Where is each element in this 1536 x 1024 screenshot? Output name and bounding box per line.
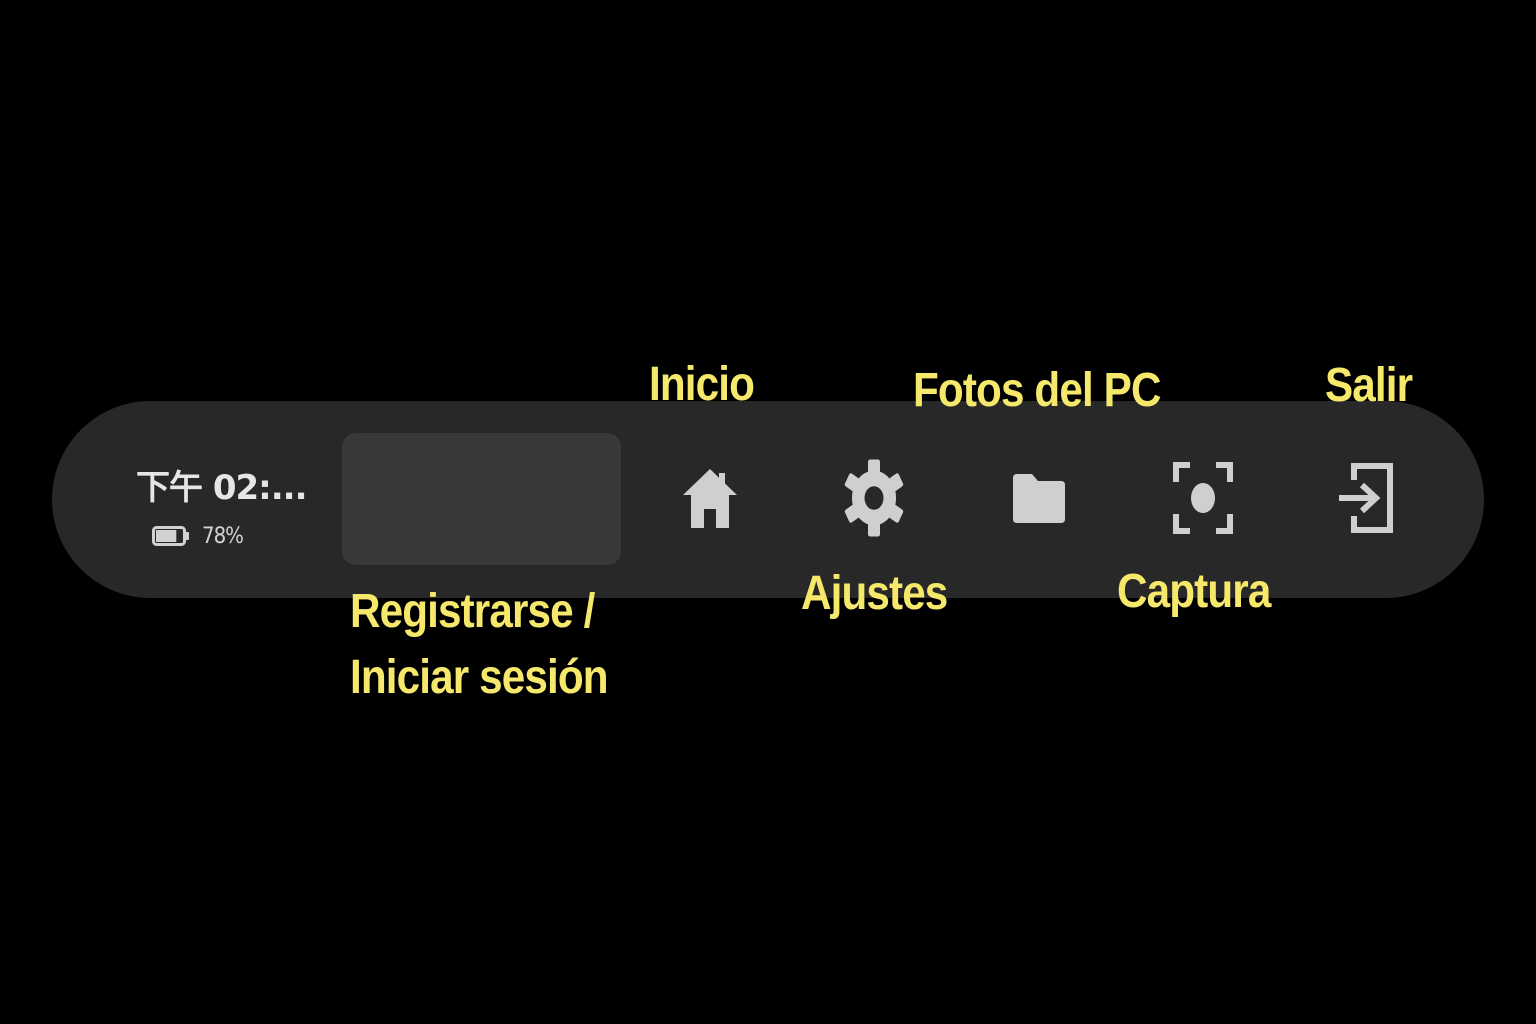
capture-button[interactable]	[1158, 450, 1248, 546]
home-icon	[683, 469, 737, 528]
gear-icon	[844, 459, 904, 537]
label-fotos-del-pc: Fotos del PC	[913, 364, 1161, 417]
label-iniciar-sesion: Iniciar sesión	[350, 651, 609, 704]
folder-icon	[1013, 474, 1065, 523]
exit-button[interactable]	[1321, 450, 1411, 546]
status-area: 下午 02:... 78%	[136, 460, 307, 560]
clock-time: 下午 02:...	[136, 468, 307, 508]
home-button[interactable]	[665, 450, 755, 546]
exit-arrow-icon	[1339, 463, 1393, 533]
screen: 下午 02:... 78% Inicio Fotos del PC Salir …	[0, 0, 1536, 1024]
label-registrarse: Registrarse /	[350, 585, 595, 638]
screenshot-capture-icon	[1173, 462, 1233, 534]
label-inicio: Inicio	[649, 358, 755, 411]
battery-status: 78%	[152, 522, 244, 550]
battery-level-fill	[156, 530, 177, 542]
pc-photos-button[interactable]	[994, 450, 1084, 546]
login-register-button[interactable]	[342, 433, 621, 565]
label-captura: Captura	[1117, 565, 1271, 618]
battery-icon	[152, 526, 189, 546]
label-ajustes: Ajustes	[801, 567, 948, 620]
battery-percent: 78%	[202, 523, 244, 549]
settings-button[interactable]	[829, 450, 919, 546]
label-salir: Salir	[1325, 359, 1413, 412]
